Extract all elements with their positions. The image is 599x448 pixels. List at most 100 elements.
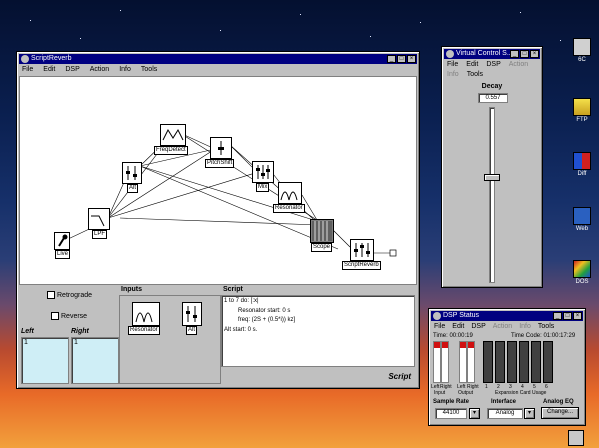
desktop-icon-6c[interactable]: 6C <box>562 38 599 63</box>
dsp-status-window: DSP Status _ □ × File Edit DSP Action In… <box>428 308 586 426</box>
meter-input-right <box>441 341 449 383</box>
desktop-icon-label: DOS <box>575 279 589 285</box>
menu-action[interactable]: Action <box>493 322 512 332</box>
signal-flow-canvas[interactable]: Live LPF Alt FreqDetect PitchShift Mix R… <box>19 76 417 285</box>
interface-dropdown-button[interactable]: ▾ <box>524 408 535 419</box>
module-mix[interactable] <box>252 161 274 183</box>
decay-slider-thumb[interactable] <box>484 174 500 181</box>
menu-info[interactable]: Info <box>447 70 459 80</box>
maximize-button[interactable]: □ <box>397 55 406 63</box>
module-scope[interactable] <box>310 219 334 243</box>
meter-output-left <box>459 341 467 383</box>
script-editor[interactable]: 1 to 7 do: [:x| Resonator start: 0 s fre… <box>221 295 415 367</box>
change-label: Change... <box>546 409 574 415</box>
meter-input-left <box>433 341 441 383</box>
right-list[interactable]: 1 <box>71 337 119 384</box>
module-lpf[interactable] <box>88 208 110 230</box>
vcs-menubar-row2: Info Tools <box>444 70 540 80</box>
sample-rate-dropdown-button[interactable]: ▾ <box>469 408 480 419</box>
menu-file[interactable]: File <box>434 322 445 332</box>
pitch-shift-icon <box>218 141 224 155</box>
script-label: Script <box>223 286 243 293</box>
expansion-meter <box>531 341 541 383</box>
desktop-icon-diff[interactable]: Diff <box>562 152 599 177</box>
minimize-button[interactable]: _ <box>387 55 396 63</box>
vcs-titlebar[interactable]: Virtual Control S... _ □ × <box>444 49 540 59</box>
menu-dsp[interactable]: DSP <box>486 60 500 70</box>
dsp-menubar: File Edit DSP Action Info Tools <box>431 322 583 332</box>
web-icon <box>573 207 591 225</box>
desktop-icon-dos[interactable]: DOS <box>562 260 599 285</box>
expansion-meter <box>507 341 517 383</box>
input-alt[interactable] <box>182 302 202 326</box>
retrograde-checkbox[interactable] <box>47 291 55 299</box>
close-button[interactable]: × <box>407 55 416 63</box>
dsp-titlebar[interactable]: DSP Status _ □ × <box>431 311 583 321</box>
interface-field[interactable]: Analog <box>487 408 523 419</box>
module-label-alt: Alt <box>127 184 139 193</box>
module-label-freqdetect: FreqDetect <box>154 146 188 155</box>
menu-tools[interactable]: Tools <box>538 322 554 332</box>
star <box>560 40 561 41</box>
left-list[interactable]: 1 <box>21 337 69 384</box>
menu-action[interactable]: Action <box>90 65 109 75</box>
module-freqdetect[interactable] <box>160 124 186 146</box>
desktop-icon-ftp[interactable]: FTP <box>562 98 599 123</box>
menu-action[interactable]: Action <box>509 60 528 70</box>
sliders-icon <box>354 243 370 257</box>
module-pitchshift[interactable] <box>210 137 232 159</box>
close-button[interactable]: × <box>573 312 582 320</box>
star <box>30 20 31 21</box>
menu-info[interactable]: Info <box>119 65 131 75</box>
sample-rate-field[interactable]: 44100 <box>435 408 467 419</box>
retrograde-option[interactable]: Retrograde <box>47 291 92 299</box>
star <box>80 38 81 39</box>
reverse-option[interactable]: Reverse <box>51 312 87 320</box>
module-live[interactable] <box>54 232 70 250</box>
analog-eq-change-button[interactable]: Change... <box>541 407 579 419</box>
input-resonator[interactable] <box>132 302 160 326</box>
menu-edit[interactable]: Edit <box>466 60 478 70</box>
script-window-title: ScriptReverb <box>31 55 72 62</box>
decay-value-field[interactable]: 0.557 <box>478 93 508 103</box>
expansion-meter <box>483 341 493 383</box>
retrograde-label: Retrograde <box>57 291 93 299</box>
alternator-icon <box>186 306 197 322</box>
right-label: Right <box>71 328 89 335</box>
inputs-pane[interactable]: Resonator Alt <box>119 295 221 384</box>
script-line: 1 to 7 do: [:x| <box>224 298 259 304</box>
close-button[interactable]: × <box>530 50 539 58</box>
menu-dsp[interactable]: DSP <box>65 65 79 75</box>
desktop-icon-label: 6C <box>578 57 586 63</box>
minimize-button[interactable]: _ <box>510 50 519 58</box>
module-resonator[interactable] <box>278 182 302 204</box>
menu-tools[interactable]: Tools <box>141 65 157 75</box>
recycle-bin-icon[interactable] <box>568 430 584 446</box>
lowpass-icon <box>91 215 105 227</box>
maximize-button[interactable]: □ <box>520 50 529 58</box>
interface-label: Interface <box>491 399 517 405</box>
timecode-readout: Time Code: 01:00:17:29 <box>511 333 576 339</box>
virtual-control-window: Virtual Control S... _ □ × File Edit DSP… <box>441 46 543 288</box>
script-window-titlebar[interactable]: ScriptReverb _ □ × <box>19 54 417 64</box>
menu-info[interactable]: Info <box>519 322 531 332</box>
menu-edit[interactable]: Edit <box>452 322 464 332</box>
desktop-icon-web[interactable]: Web <box>562 207 599 232</box>
menu-edit[interactable]: Edit <box>43 65 55 75</box>
module-label-resonator: Resonator <box>273 204 305 213</box>
minimize-button[interactable]: _ <box>553 312 562 320</box>
input-label-alt: Alt <box>186 326 198 335</box>
menu-file[interactable]: File <box>447 60 458 70</box>
app-icon <box>433 312 441 320</box>
menu-file[interactable]: File <box>22 65 33 75</box>
menu-dsp[interactable]: DSP <box>471 322 485 332</box>
reverse-checkbox[interactable] <box>51 312 59 320</box>
maximize-button[interactable]: □ <box>563 312 572 320</box>
diff-icon <box>573 152 591 170</box>
module-alt[interactable] <box>122 162 142 184</box>
vcs-menubar-row1: File Edit DSP Action <box>444 60 540 70</box>
menu-tools[interactable]: Tools <box>467 70 483 80</box>
decay-slider-track[interactable] <box>489 107 495 283</box>
module-scriptreverb[interactable] <box>350 239 374 261</box>
desktop-icon-label: FTP <box>576 117 588 123</box>
